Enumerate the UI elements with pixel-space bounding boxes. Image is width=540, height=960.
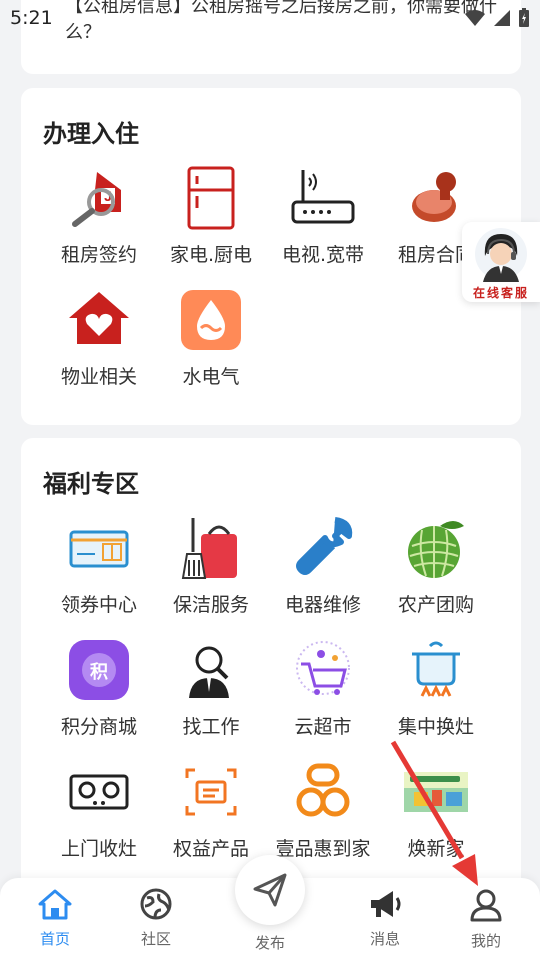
benefits-icon [179, 760, 243, 824]
welfare-item-label: 焕新家 [407, 838, 465, 860]
tab-label: 首页 [39, 930, 70, 948]
customer-service-avatar-icon [475, 228, 527, 282]
tab-community[interactable]: 社区 [116, 888, 196, 949]
welfare-item-points-mall[interactable]: 积 积分商城 [39, 638, 159, 739]
welfare-item-coupons[interactable]: 领券中心 [39, 516, 159, 617]
checkin-item-utilities[interactable]: 水电气 [151, 288, 271, 389]
megaphone-icon [371, 891, 401, 917]
yipin-logo-icon [291, 760, 355, 824]
checkin-item-label: 家电.厨电 [169, 244, 253, 266]
welfare-item-label: 保洁服务 [172, 594, 249, 616]
house-search-icon: J [67, 166, 131, 230]
welfare-item-label: 上门收灶 [60, 838, 137, 860]
welfare-title: 福利专区 [43, 470, 139, 498]
welfare-item-cloud-market[interactable]: 云超市 [263, 638, 383, 739]
checkin-item-property[interactable]: 物业相关 [39, 288, 159, 389]
checkin-item-lease-sign[interactable]: J 租房签约 [39, 166, 159, 267]
welfare-item-label: 电器维修 [284, 594, 361, 616]
welfare-item-label: 找工作 [182, 716, 240, 738]
router-icon [291, 166, 355, 230]
status-time: 5:21 [10, 7, 53, 29]
welfare-item-stove-pickup[interactable]: 上门收灶 [39, 760, 159, 861]
renew-home-icon [404, 760, 468, 824]
welfare-item-benefits[interactable]: 权益产品 [151, 760, 271, 861]
status-icons [464, 8, 530, 28]
battery-icon [519, 8, 529, 27]
checkin-section: 办理入住 J 租房签约 家电.厨电 电视.宽带 租房合同 物业相关 水电气 [21, 88, 521, 425]
online-service-label: 在线客服 [472, 286, 529, 300]
home-icon [38, 889, 72, 920]
wrench-icon [291, 516, 355, 580]
welfare-item-yipin-home[interactable]: 壹品惠到家 [263, 760, 383, 861]
checkin-item-tv-broadband[interactable]: 电视.宽带 [263, 166, 383, 267]
welfare-item-label: 领券中心 [60, 594, 137, 616]
welfare-item-renew-home[interactable]: 焕新家 [376, 760, 496, 861]
welfare-item-label: 云超市 [294, 716, 352, 738]
melon-icon [404, 516, 468, 580]
fridge-icon [179, 166, 243, 230]
wifi-icon [465, 10, 485, 26]
checkin-item-label: 电视.宽带 [281, 244, 365, 266]
welfare-item-stove-exchange[interactable]: 集中换灶 [376, 638, 496, 739]
tab-mine[interactable]: 我的 [446, 888, 526, 951]
publish-label: 发布 [254, 934, 285, 952]
welfare-item-label: 农产团购 [397, 594, 474, 616]
tab-messages[interactable]: 消息 [345, 888, 425, 949]
welfare-section: 福利专区 领券中心 保洁服务 电器维修 农产团购 积 积分商城 找工作 云超市 … [21, 438, 521, 898]
gas-stove-icon [67, 760, 131, 824]
publish-button[interactable] [235, 855, 305, 925]
checkin-title: 办理入住 [43, 120, 139, 148]
stove-pot-icon [404, 638, 468, 702]
checkin-item-label: 物业相关 [60, 366, 137, 388]
tab-label: 我的 [470, 932, 501, 950]
cleaning-icon [179, 516, 243, 580]
welfare-item-label: 积分商城 [60, 716, 137, 738]
tab-label: 消息 [369, 930, 400, 948]
svg-text:积: 积 [90, 662, 108, 683]
welfare-item-jobs[interactable]: 找工作 [151, 638, 271, 739]
checkin-item-label: 水电气 [182, 366, 240, 388]
status-bar: 5:21 [0, 0, 540, 36]
tab-label: 社区 [140, 930, 171, 948]
send-icon [253, 873, 287, 907]
welfare-item-label: 集中换灶 [397, 716, 474, 738]
welfare-item-label: 权益产品 [172, 838, 249, 860]
online-service-button[interactable]: 在线客服 [462, 222, 540, 302]
checkin-item-label: 租房签约 [60, 244, 137, 266]
job-icon [179, 638, 243, 702]
welfare-item-repair[interactable]: 电器维修 [263, 516, 383, 617]
user-icon [470, 889, 502, 922]
signal-icon [494, 10, 510, 26]
heart-house-icon [67, 288, 131, 352]
coupon-icon [67, 516, 131, 580]
water-drop-icon [179, 288, 243, 352]
welfare-item-cleaning[interactable]: 保洁服务 [151, 516, 271, 617]
welfare-item-farm-groupbuy[interactable]: 农产团购 [376, 516, 496, 617]
stamp-icon [404, 166, 468, 230]
community-icon [140, 888, 172, 920]
cart-icon [291, 638, 355, 702]
tab-home[interactable]: 首页 [15, 888, 95, 949]
checkin-item-appliance[interactable]: 家电.厨电 [151, 166, 271, 267]
points-icon: 积 [67, 638, 131, 702]
